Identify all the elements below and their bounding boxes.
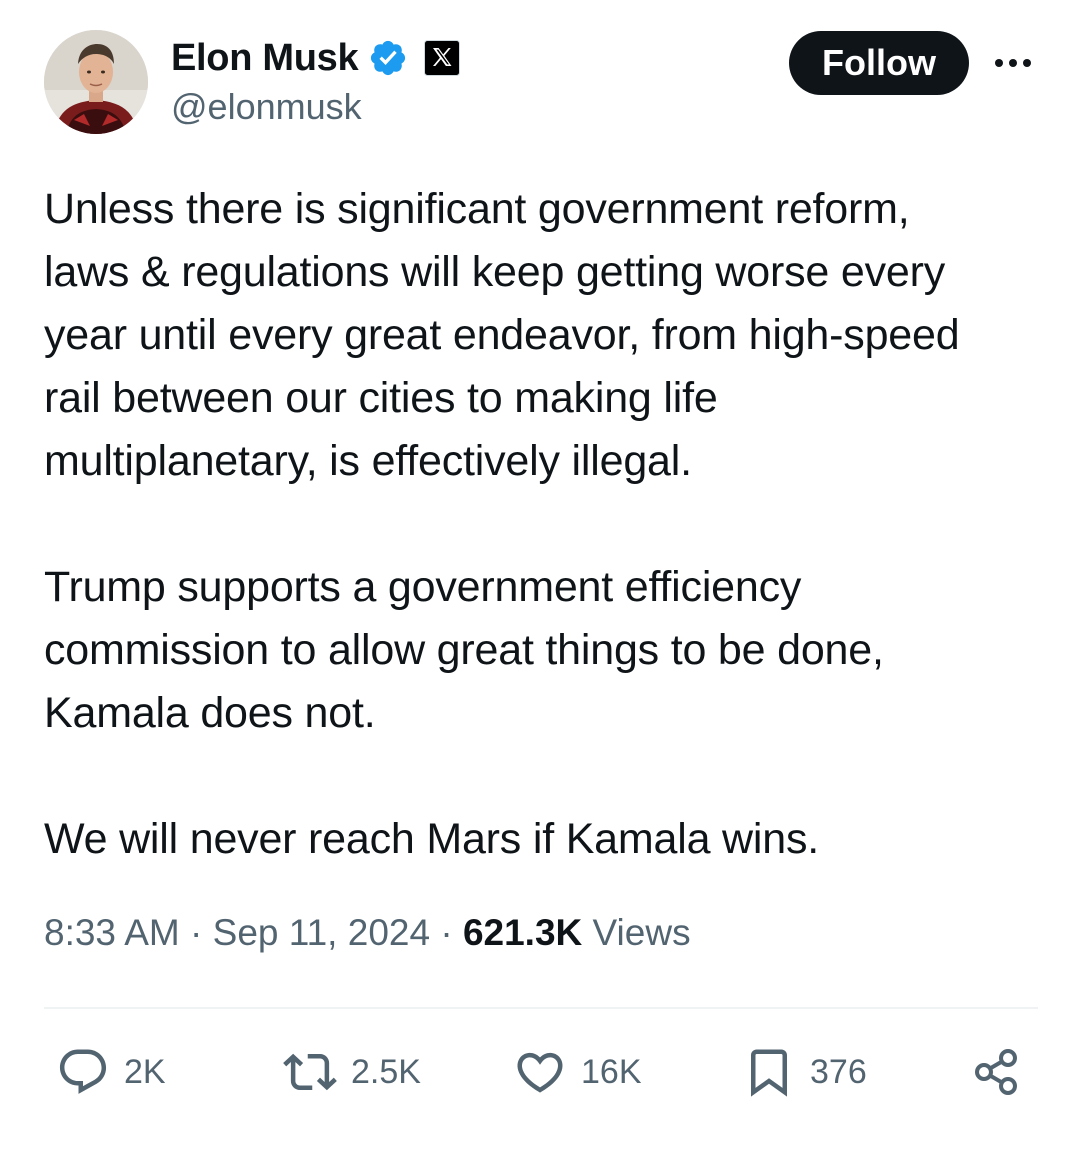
reply-icon [59,1049,107,1094]
tweet-text: Unless there is significant government r… [44,178,1044,934]
meta-separator: · [190,912,203,953]
verified-badge-icon[interactable] [368,38,408,78]
avatar[interactable] [44,30,148,134]
avatar-image [44,30,148,134]
bookmark-count: 376 [810,1052,867,1091]
tweet-meta: 8:33 AM · Sep 11, 2024 · 621.3K Views [44,912,691,954]
author-display-name[interactable]: Elon Musk [171,37,359,80]
follow-button[interactable]: Follow [789,31,969,95]
views-label: Views [592,912,691,953]
tweet-time[interactable]: 8:33 AM [44,912,180,953]
like-count: 16K [581,1052,642,1091]
bookmark-icon [751,1049,787,1097]
author-name-row: Elon Musk [171,34,461,82]
repost-count: 2.5K [351,1052,421,1091]
repost-icon [283,1053,337,1091]
like-button[interactable]: 16K [513,1040,642,1104]
tweet-paragraph: Trump supports a government efficiency c… [44,563,884,737]
more-horizontal-icon[interactable] [990,48,1036,78]
tweet-date[interactable]: Sep 11, 2024 [213,912,430,953]
x-logo-icon[interactable] [424,40,461,76]
tweet-paragraph: Unless there is significant government r… [44,185,960,485]
repost-button[interactable]: 2.5K [283,1040,421,1104]
author-handle[interactable]: @elonmusk [171,86,362,128]
views-count[interactable]: 621.3K [463,912,582,953]
bookmark-button[interactable]: 376 [742,1040,867,1104]
tweet-paragraph: We will never reach Mars if Kamala wins. [44,815,820,863]
meta-separator: · [440,912,453,953]
divider [44,1007,1038,1009]
share-button[interactable] [968,1040,1024,1104]
reply-button[interactable]: 2K [56,1040,166,1104]
like-icon [517,1052,563,1093]
share-icon [975,1049,1017,1095]
reply-count: 2K [124,1052,166,1091]
